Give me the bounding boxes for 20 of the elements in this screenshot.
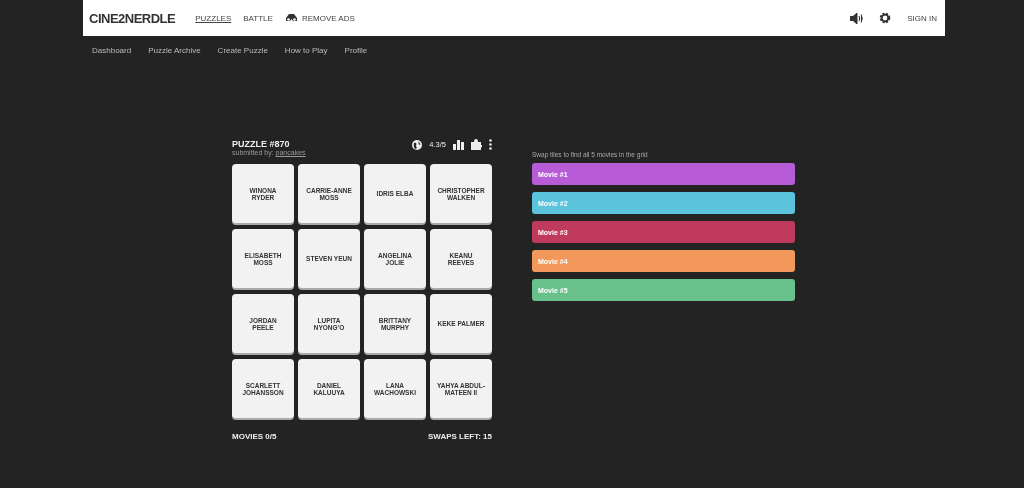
speaker-icon[interactable] (850, 12, 864, 24)
puzzle-piece-icon[interactable] (471, 139, 482, 150)
subnav-link[interactable]: Puzzle Archive (148, 45, 201, 55)
nav-link[interactable]: BATTLE (243, 13, 273, 23)
logo[interactable]: CINE2NERDLE (89, 10, 176, 26)
subnav-link[interactable]: Dashboard (92, 45, 132, 55)
movies-counter: MOVIES 0/5 (232, 432, 277, 441)
glasses-icon (284, 14, 298, 22)
settings-icon[interactable] (879, 12, 892, 24)
subnav-link[interactable]: Create Puzzle (217, 45, 268, 55)
swaps-counter: SWAPS LEFT: 15 (428, 432, 492, 441)
subnav-link[interactable]: How to Play (284, 45, 328, 55)
bar-chart-icon[interactable] (453, 139, 464, 150)
globe-icon[interactable] (412, 139, 423, 150)
more-options-icon[interactable] (489, 139, 492, 150)
subnav-link[interactable]: Profile (344, 45, 368, 55)
puzzle-title: PUZZLE #870 (232, 139, 291, 149)
nav-link[interactable]: REMOVE ADS (284, 13, 355, 23)
sign-in-link[interactable]: SIGN IN (907, 13, 937, 23)
nav-link[interactable]: PUZZLES (195, 13, 232, 23)
